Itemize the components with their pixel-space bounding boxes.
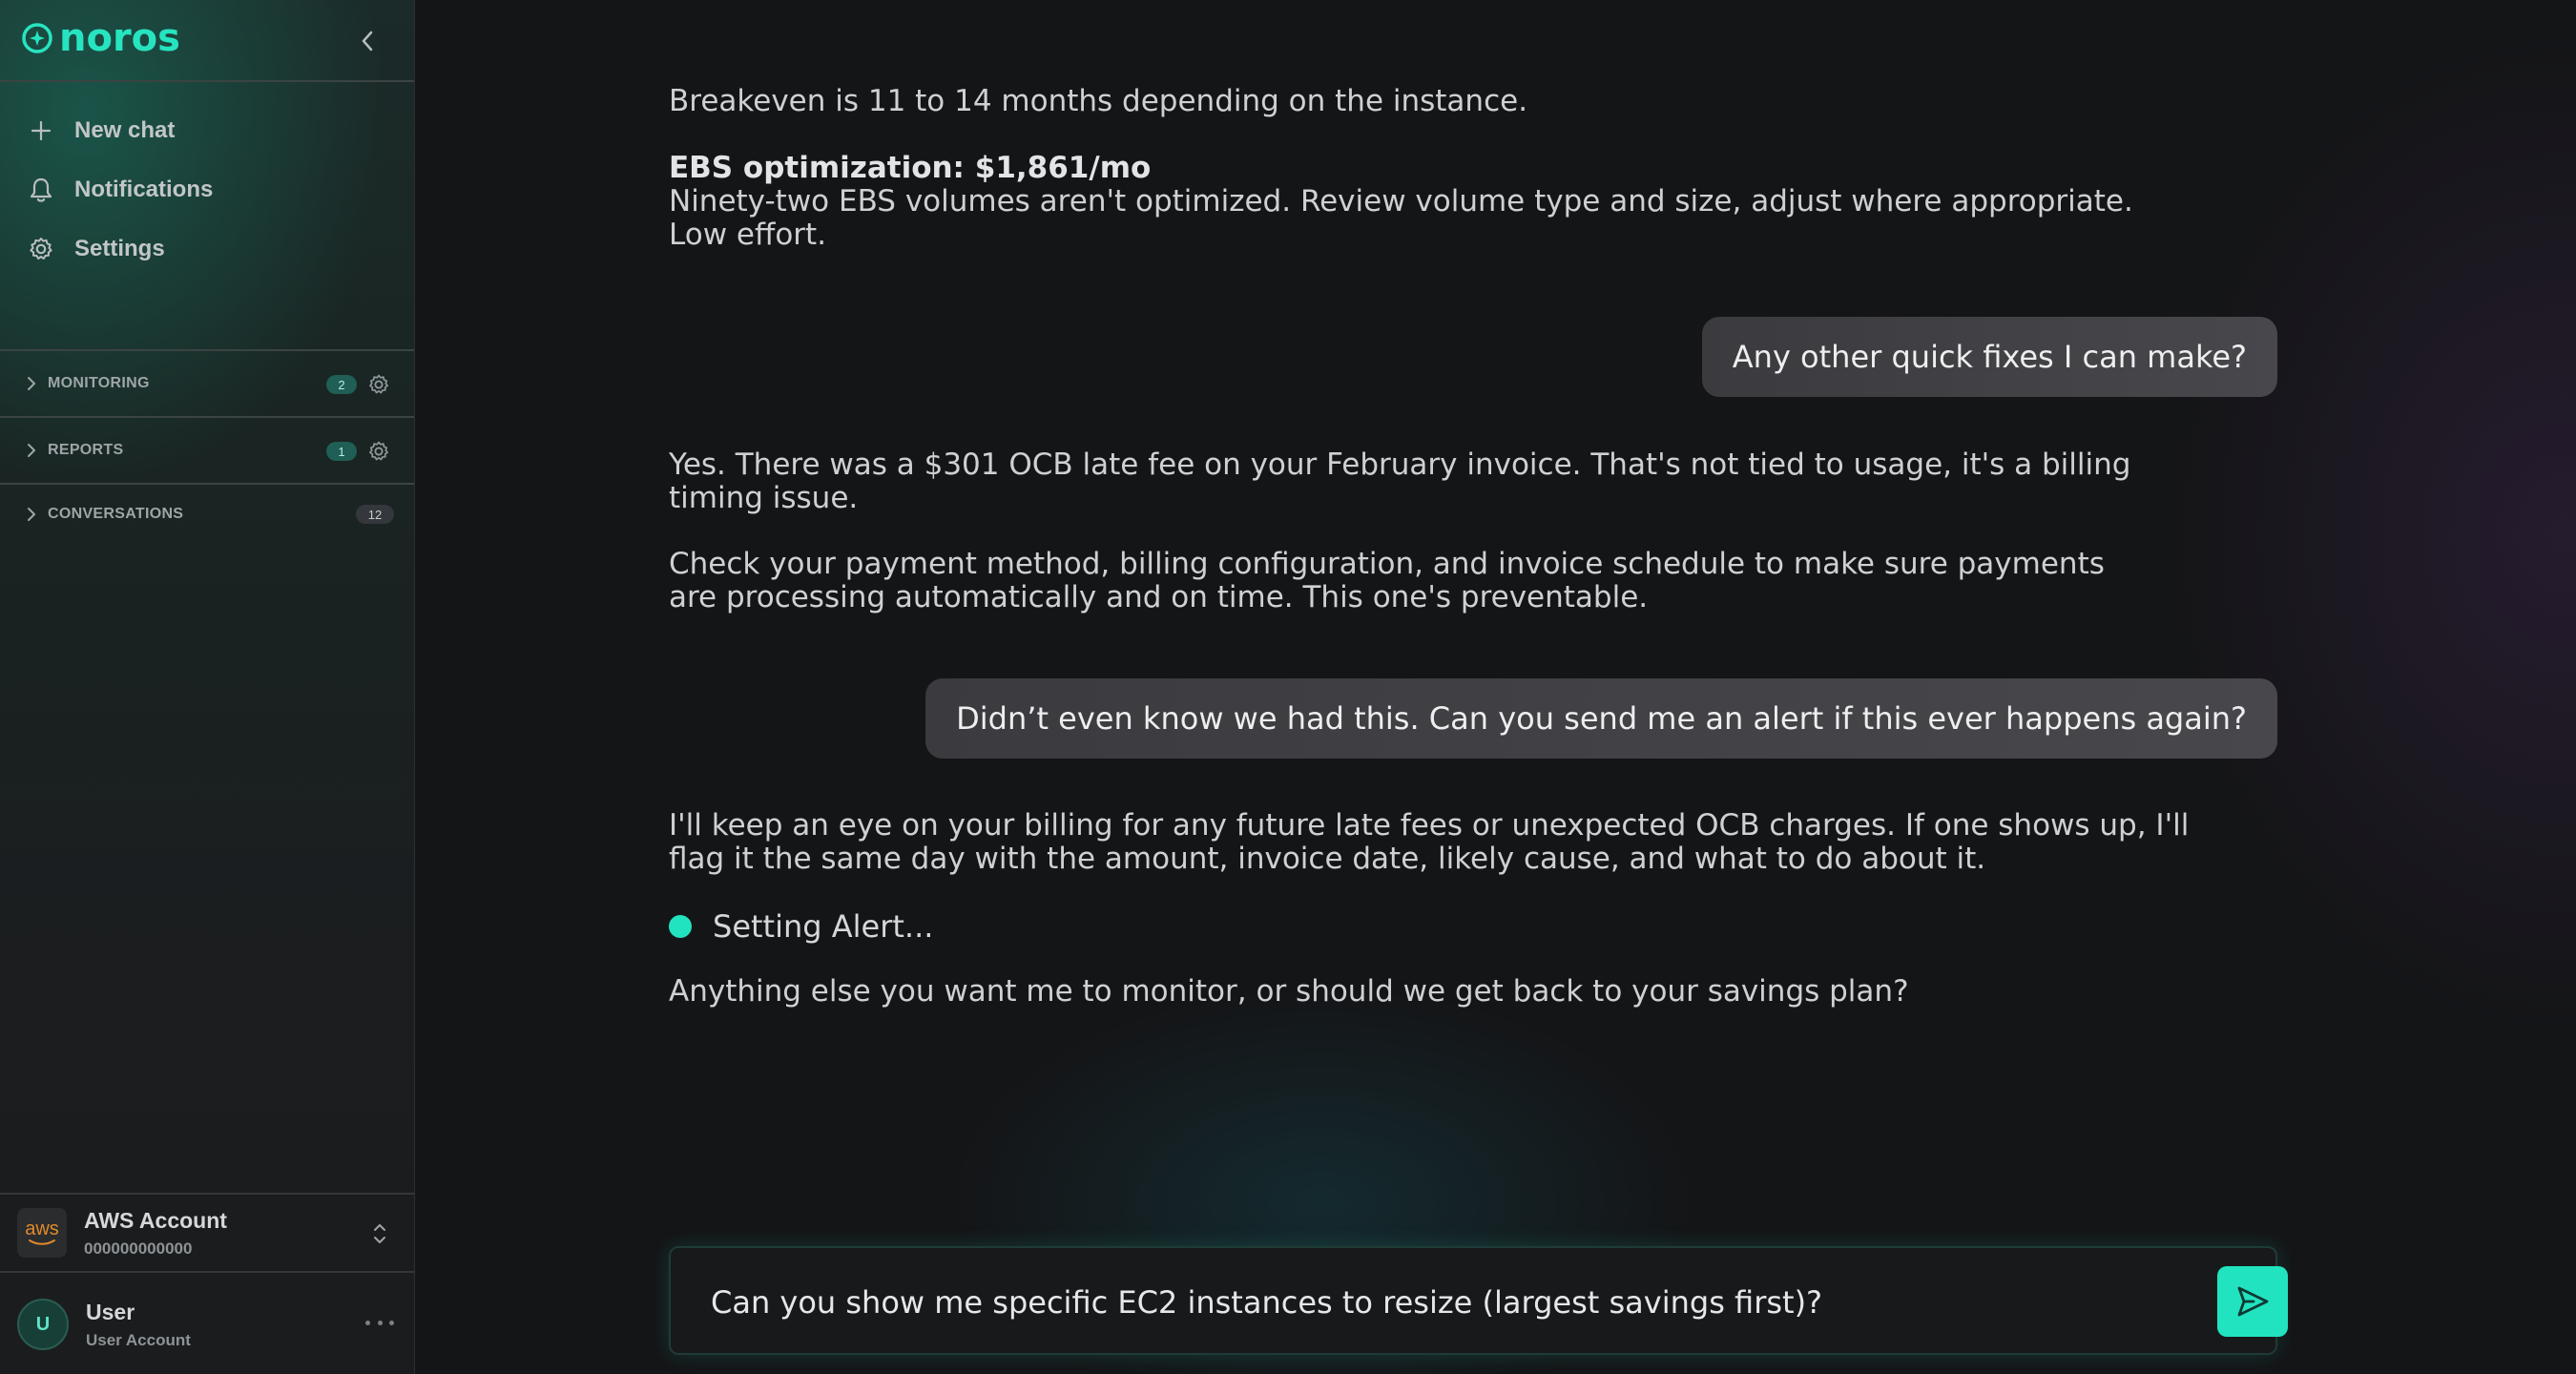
plus-icon [27, 116, 55, 145]
nav-label: Settings [74, 236, 165, 261]
section-settings-gear-icon[interactable] [366, 372, 391, 397]
chat-area: Breakeven is 11 to 14 months depending o… [416, 0, 2576, 1374]
assistant-message: Breakeven is 11 to 14 months depending o… [669, 84, 1528, 118]
message-heading: EBS optimization: $1,861/mo [669, 151, 1152, 185]
user-info: User User Account [86, 1300, 191, 1350]
collapse-sidebar-button[interactable] [355, 25, 380, 57]
aws-logo-icon: aws [17, 1208, 67, 1258]
chevron-up-down-icon [374, 1224, 385, 1243]
gear-icon [27, 235, 55, 263]
user-profile[interactable]: U User User Account [0, 1275, 415, 1374]
chevron-right-icon [27, 508, 38, 521]
section-label: REPORTS [48, 442, 124, 458]
sidebar-header: noros [0, 0, 414, 82]
count-badge: 2 [326, 375, 357, 394]
assistant-message: Yes. There was a $301 OCB late fee on yo… [669, 448, 2131, 515]
section-reports[interactable]: REPORTS 1 [0, 418, 414, 485]
chevron-right-icon [27, 444, 38, 457]
send-icon [2237, 1286, 2269, 1317]
sidebar-nav: New chat Notifications Settings [0, 82, 414, 351]
logo-text: noros [59, 16, 180, 60]
nav-notifications[interactable]: Notifications [0, 160, 414, 219]
nav-label: New chat [74, 117, 176, 143]
user-name: User [86, 1299, 135, 1324]
section-label: CONVERSATIONS [48, 506, 184, 522]
nav-settings[interactable]: Settings [0, 219, 414, 279]
status-indicator: Setting Alert... [669, 908, 933, 945]
user-message-bubble: Any other quick fixes I can make? [1701, 317, 2277, 397]
assistant-message: I'll keep an eye on your billing for any… [669, 808, 2190, 876]
sidebar: noros New chat Notifications Settings MO… [0, 0, 415, 1374]
bell-icon [27, 176, 55, 204]
account-id: 000000000000 [84, 1239, 193, 1258]
account-switcher[interactable]: aws AWS Account 000000000000 [0, 1193, 415, 1273]
assistant-message: EBS optimization: $1,861/mo Ninety-two E… [669, 152, 2195, 252]
nav-new-chat[interactable]: New chat [0, 101, 414, 160]
chevron-left-icon [362, 31, 373, 52]
nav-label: Notifications [74, 177, 214, 202]
section-monitoring[interactable]: MONITORING 2 [0, 351, 414, 418]
count-badge: 1 [326, 442, 357, 461]
send-button[interactable] [2217, 1266, 2288, 1337]
assistant-message: Check your payment method, billing confi… [669, 547, 2105, 614]
section-label: MONITORING [48, 375, 150, 391]
aws-logo-text: aws [25, 1218, 59, 1239]
user-role: User Account [86, 1330, 191, 1349]
chevron-right-icon [27, 377, 38, 390]
account-title: AWS Account [84, 1207, 227, 1233]
user-message-bubble: Didn’t even know we had this. Can you se… [925, 678, 2277, 759]
section-settings-gear-icon[interactable] [366, 439, 391, 464]
logo-mark-icon [22, 23, 52, 53]
status-text: Setting Alert... [713, 908, 934, 945]
logo[interactable]: noros [21, 19, 180, 57]
status-dot [669, 915, 692, 938]
assistant-message: Anything else you want me to monitor, or… [669, 974, 1909, 1009]
message-composer[interactable]: Can you show me specific EC2 instances t… [669, 1246, 2288, 1355]
message-body: Ninety-two EBS volumes aren't optimized.… [669, 184, 2133, 252]
more-options-icon[interactable] [365, 1313, 394, 1332]
account-info: AWS Account 000000000000 [84, 1208, 227, 1259]
count-badge: 12 [356, 505, 394, 524]
section-conversations[interactable]: CONVERSATIONS 12 [0, 485, 414, 544]
message-input[interactable]: Can you show me specific EC2 instances t… [711, 1284, 1822, 1321]
avatar: U [17, 1299, 69, 1350]
